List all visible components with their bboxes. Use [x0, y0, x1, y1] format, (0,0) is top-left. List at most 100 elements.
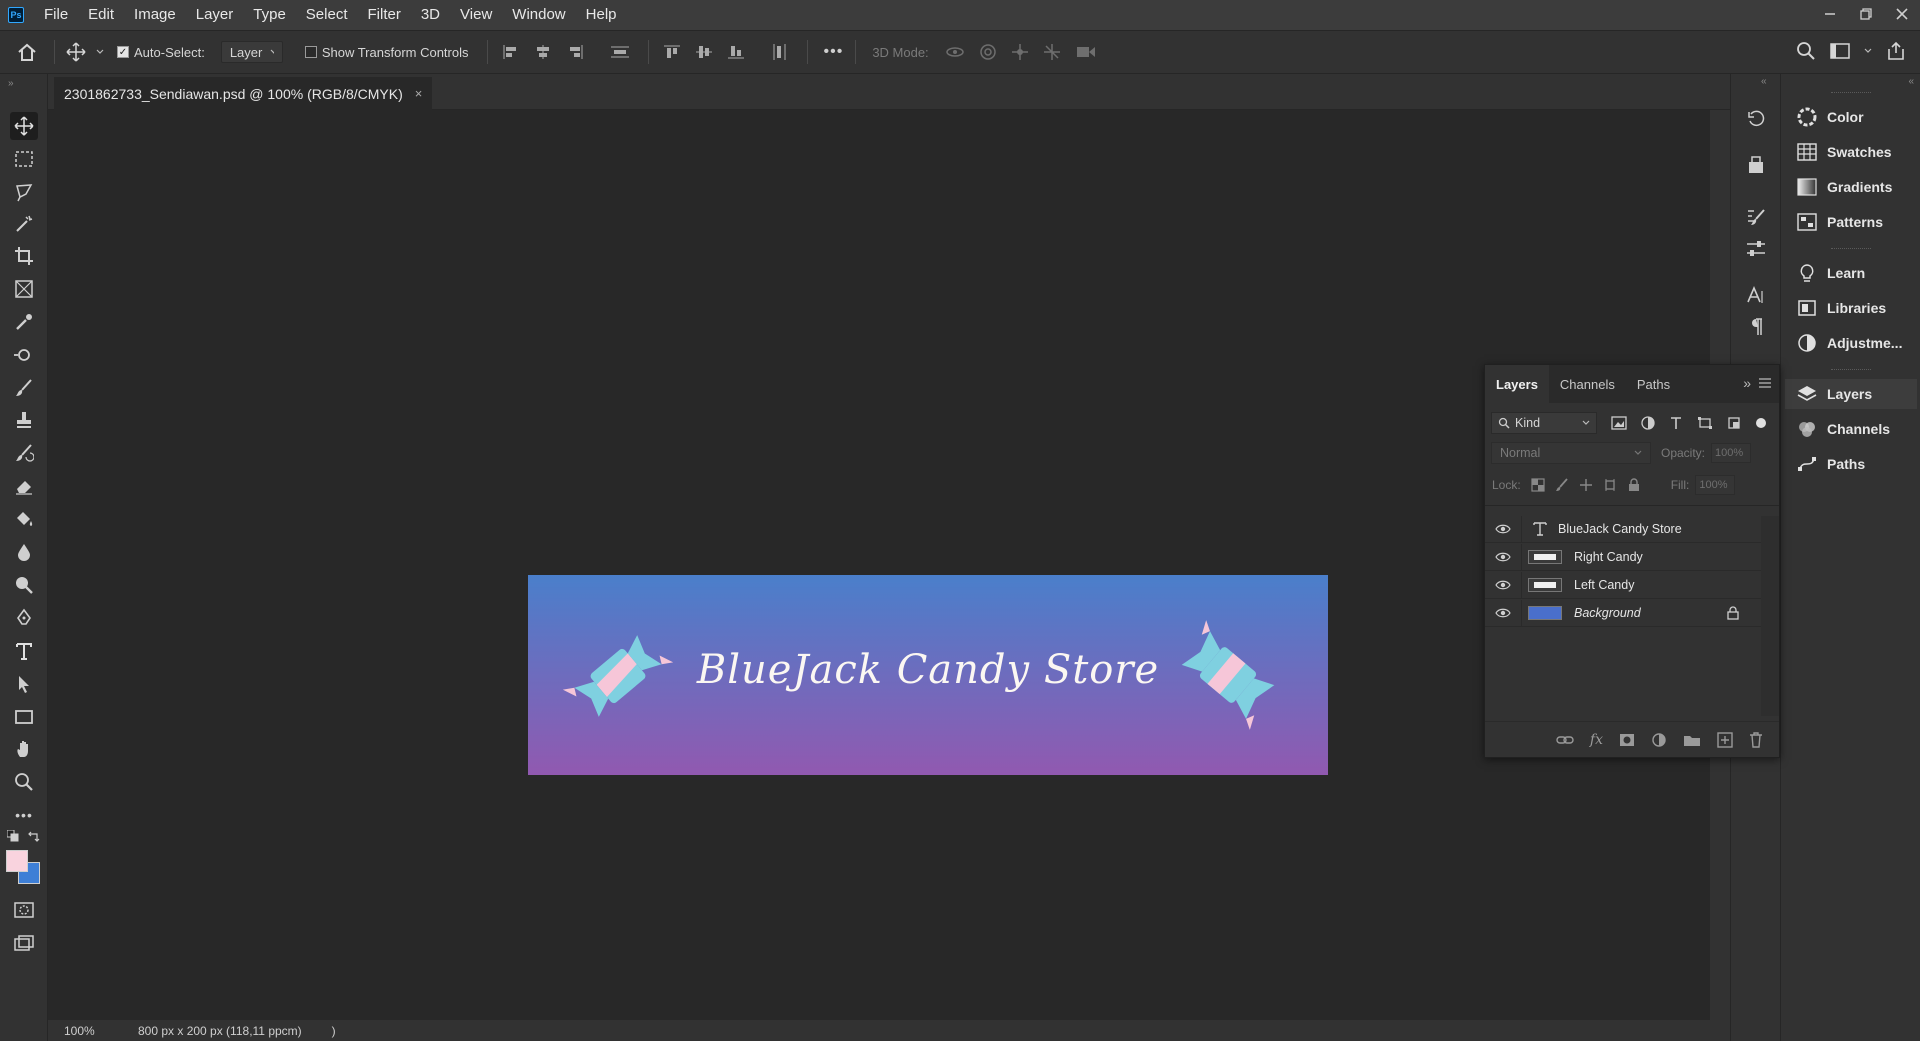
panel-adjustments[interactable]: Adjustme... [1785, 328, 1917, 358]
history-brush-icon[interactable] [10, 439, 38, 467]
move-tool-icon[interactable] [59, 42, 93, 62]
default-colors-icon[interactable] [7, 830, 19, 842]
panel-layers[interactable]: Layers [1785, 379, 1917, 409]
roll-3d-icon[interactable] [979, 43, 997, 61]
paint-bucket-icon[interactable] [10, 505, 38, 533]
panel-swatches[interactable]: Swatches [1785, 137, 1917, 167]
edit-toolbar-icon[interactable]: ••• [10, 801, 38, 829]
lock-transparent-pixels-icon[interactable] [1531, 478, 1545, 492]
delete-layer-icon[interactable] [1749, 731, 1763, 748]
new-layer-icon[interactable] [1717, 731, 1733, 748]
panel-patterns[interactable]: Patterns [1785, 207, 1917, 237]
close-icon[interactable] [1884, 0, 1920, 28]
align-middle-icon[interactable] [695, 43, 713, 61]
rectangle-tool-icon[interactable] [10, 703, 38, 731]
more-options-icon[interactable]: ••• [824, 43, 844, 61]
quick-mask-icon[interactable] [10, 896, 38, 924]
frame-tool-icon[interactable] [10, 275, 38, 303]
panel-channels[interactable]: Channels [1785, 414, 1917, 444]
layer-row-background[interactable]: Background [1485, 599, 1761, 627]
menu-edit[interactable]: Edit [78, 0, 124, 30]
menu-select[interactable]: Select [296, 0, 358, 30]
menu-3d[interactable]: 3D [411, 0, 450, 30]
workspace-icon[interactable] [1830, 42, 1850, 60]
layer-row-right-candy[interactable]: Right Candy [1485, 543, 1761, 571]
brush-tool-icon[interactable] [10, 374, 38, 402]
share-icon[interactable] [1886, 41, 1906, 61]
align-center-icon[interactable] [534, 44, 552, 60]
layer-row-text[interactable]: BlueJack Candy Store [1485, 515, 1761, 543]
lock-position-icon[interactable] [1579, 478, 1593, 492]
visibility-eye-icon[interactable] [1485, 552, 1521, 562]
banner-artwork[interactable]: BlueJack Candy Store [528, 575, 1328, 775]
show-transform-checkbox[interactable] [304, 46, 317, 58]
slide-3d-icon[interactable] [1043, 43, 1061, 61]
menu-image[interactable]: Image [124, 0, 186, 30]
panel-libraries[interactable]: Libraries [1785, 293, 1917, 323]
pen-tool-icon[interactable] [10, 604, 38, 632]
layers-scrollbar[interactable] [1761, 516, 1779, 716]
chevron-down-icon[interactable] [1864, 48, 1872, 54]
spot-healing-icon[interactable] [10, 341, 38, 369]
panel-paths[interactable]: Paths [1785, 449, 1917, 479]
search-icon[interactable] [1796, 41, 1816, 61]
visibility-eye-icon[interactable] [1485, 608, 1521, 618]
filter-smart-object-icon[interactable] [1727, 416, 1741, 430]
crop-tool-icon[interactable] [10, 242, 38, 270]
lasso-tool-icon[interactable] [10, 178, 38, 206]
tab-channels[interactable]: Channels [1549, 365, 1626, 403]
collapse-dock-icon[interactable]: « [1761, 76, 1767, 87]
menu-window[interactable]: Window [502, 0, 575, 30]
distribute-horizontal-icon[interactable] [771, 43, 789, 61]
magic-wand-icon[interactable] [10, 210, 38, 238]
menu-file[interactable]: File [34, 0, 78, 30]
dodge-tool-icon[interactable] [10, 571, 38, 599]
menu-filter[interactable]: Filter [358, 0, 411, 30]
layer-style-icon[interactable]: fx [1590, 732, 1603, 748]
distribute-vertical-icon[interactable] [610, 44, 630, 60]
status-menu-arrow[interactable]: ) [332, 1024, 336, 1038]
minimize-icon[interactable] [1812, 0, 1848, 28]
eyedropper-icon[interactable] [10, 308, 38, 336]
menu-view[interactable]: View [450, 0, 502, 30]
tab-paths[interactable]: Paths [1626, 365, 1681, 403]
blend-mode-dropdown[interactable]: Normal [1491, 442, 1651, 464]
auto-select-checkbox[interactable]: ✓ [117, 46, 129, 58]
restore-icon[interactable] [1848, 0, 1884, 28]
align-top-icon[interactable] [663, 43, 681, 61]
new-group-icon[interactable] [1683, 733, 1701, 747]
fill-input[interactable]: 100% [1695, 475, 1736, 495]
filter-toggle-icon[interactable] [1755, 417, 1767, 429]
menu-layer[interactable]: Layer [186, 0, 244, 30]
history-icon[interactable] [1743, 106, 1769, 132]
collapse-toolbar-icon[interactable]: » [8, 78, 14, 89]
tab-layers[interactable]: Layers [1485, 365, 1549, 403]
panel-color[interactable]: Color [1785, 102, 1917, 132]
foreground-color-swatch[interactable] [6, 850, 28, 872]
document-tab[interactable]: 2301862733_Sendiawan.psd @ 100% (RGB/8/C… [54, 77, 433, 110]
filter-pixel-icon[interactable] [1611, 416, 1627, 430]
type-tool-icon[interactable] [10, 637, 38, 665]
layer-row-left-candy[interactable]: Left Candy [1485, 571, 1761, 599]
lock-artboard-icon[interactable] [1603, 478, 1617, 492]
blur-tool-icon[interactable] [10, 538, 38, 566]
path-selection-icon[interactable] [10, 670, 38, 698]
menu-type[interactable]: Type [243, 0, 296, 30]
align-right-icon[interactable] [566, 44, 584, 60]
hand-tool-icon[interactable] [10, 735, 38, 763]
properties-icon[interactable] [1743, 236, 1769, 262]
zoom-level[interactable]: 100% [48, 1024, 118, 1038]
show-transform-toggle[interactable]: Show Transform Controls [304, 45, 469, 60]
filter-shape-icon[interactable] [1697, 416, 1713, 430]
scale-3d-icon[interactable] [1075, 43, 1097, 61]
add-mask-icon[interactable] [1619, 733, 1635, 747]
filter-adjustment-icon[interactable] [1641, 416, 1655, 430]
screen-mode-icon[interactable] [10, 929, 38, 957]
brush-settings-icon[interactable] [1743, 204, 1769, 230]
collapse-panel-icon[interactable]: » [1743, 375, 1751, 391]
lock-all-icon[interactable] [1627, 478, 1641, 492]
panel-gradients[interactable]: Gradients [1785, 172, 1917, 202]
chevron-down-icon[interactable] [93, 49, 107, 55]
marquee-tool-icon[interactable] [10, 145, 38, 173]
3d-panel-icon[interactable] [1743, 152, 1769, 178]
